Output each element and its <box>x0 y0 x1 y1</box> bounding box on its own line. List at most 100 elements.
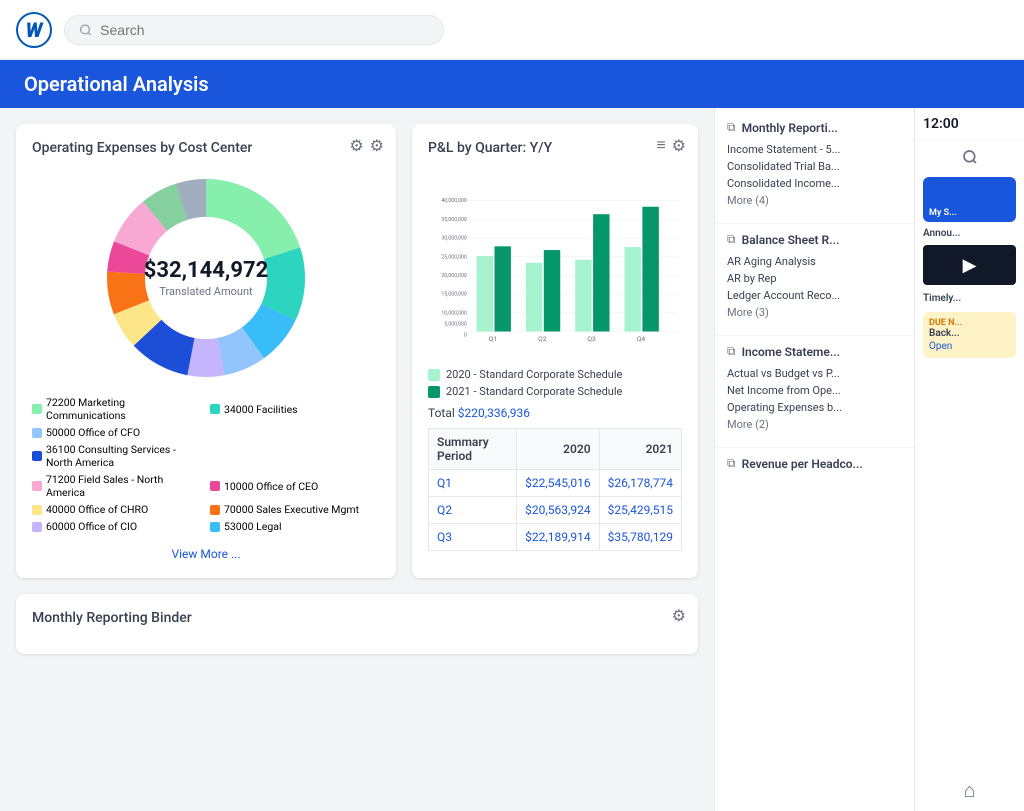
legend-label: 70000 Sales Executive Mgmt <box>224 503 359 516</box>
notif-card[interactable]: DUE N... Back... Open <box>923 312 1016 358</box>
sidebar-section-monthly: ⧉ Monthly Reporti... Income Statement - … <box>715 120 914 207</box>
legend-color-2021 <box>428 386 440 398</box>
val-q1-2020[interactable]: $22,545,016 <box>525 476 590 490</box>
donut-customize-btn[interactable]: ⚙ <box>349 136 363 156</box>
view-more-link[interactable]: View More ... <box>171 547 240 561</box>
copy-icon-4: ⧉ <box>727 456 736 471</box>
bar-q1-2020 <box>477 256 493 331</box>
search-bar[interactable] <box>64 15 444 45</box>
bottom-card-title: Monthly Reporting Binder ⚙ <box>32 610 682 626</box>
svg-text:40,000,000: 40,000,000 <box>441 198 467 204</box>
legend-item: 72200 Marketing Communications <box>32 396 202 422</box>
period-q3[interactable]: Q3 <box>437 530 452 544</box>
time-display: 12:00 <box>915 108 1024 141</box>
sidebar-more-income[interactable]: More (2) <box>727 418 902 431</box>
page-header: Operational Analysis <box>0 60 1024 108</box>
pl-card-title: P&L by Quarter: Y/Y <box>428 140 682 156</box>
sidebar-divider-3 <box>715 447 914 448</box>
legend-dot <box>32 404 42 414</box>
legend-label-2021: 2021 - Standard Corporate Schedule <box>446 385 622 398</box>
legend-item: 71200 Field Sales - North America <box>32 473 202 499</box>
val-q2-2020[interactable]: $20,563,924 <box>525 503 590 517</box>
chart-legend: 2020 - Standard Corporate Schedule 2021 … <box>428 368 682 398</box>
bar-q3-2021 <box>593 214 609 331</box>
sidebar-item-actual-budget[interactable]: Actual vs Budget vs P... <box>727 365 902 382</box>
announce-label: Annou... <box>915 226 1024 241</box>
svg-text:10,000,000: 10,000,000 <box>441 310 467 316</box>
col-header-2020: 2020 <box>517 429 599 470</box>
logo: W <box>16 12 52 48</box>
notif-due-label: DUE N... <box>929 318 1010 328</box>
view-more[interactable]: View More ... <box>32 543 380 562</box>
search-icon <box>79 23 92 37</box>
donut-legend: 72200 Marketing Communications 34000 Fac… <box>32 396 380 533</box>
table-row: Q3 $22,189,914 $35,780,129 <box>429 524 682 551</box>
timely-label: Timely... <box>915 289 1024 308</box>
legend-label: 10000 Office of CEO <box>224 480 318 493</box>
legend-dot <box>32 451 42 461</box>
chart-legend-2021: 2021 - Standard Corporate Schedule <box>428 385 682 398</box>
bottom-card-settings-btn[interactable]: ⚙ <box>672 606 686 626</box>
donut-container: $32,144,972 Translated Amount <box>32 168 380 388</box>
sidebar-item-ar-aging[interactable]: AR Aging Analysis <box>727 253 902 270</box>
notif-open-btn[interactable]: Open <box>929 341 1010 352</box>
sidebar-more-monthly[interactable]: More (4) <box>727 194 902 207</box>
bar-q2-2020 <box>526 263 542 332</box>
sidebar-section-monthly-title: Monthly Reporti... <box>742 121 838 135</box>
legend-item <box>210 443 380 469</box>
sidebar-divider-2 <box>715 335 914 336</box>
sidebar-item-income-stmt[interactable]: Income Statement - 5... <box>727 141 902 158</box>
col-header-period: Summary Period <box>429 429 517 470</box>
search-input[interactable] <box>100 22 429 38</box>
total-value[interactable]: $220,336,936 <box>458 406 530 420</box>
val-q3-2021[interactable]: $35,780,129 <box>608 530 673 544</box>
col-header-2021: 2021 <box>599 429 681 470</box>
table-row: Q1 $22,545,016 $26,178,774 <box>429 470 682 497</box>
legend-label: 36100 Consulting Services - North Americ… <box>46 443 202 469</box>
bar-q1-2021 <box>494 246 510 331</box>
val-q2-2021[interactable]: $25,429,515 <box>608 503 673 517</box>
val-q1-2021[interactable]: $26,178,774 <box>608 476 673 490</box>
chart-totals: Total $220,336,936 <box>428 406 682 420</box>
sidebar-item-ledger[interactable]: Ledger Account Reco... <box>727 287 902 304</box>
play-icon: ▶ <box>963 255 977 276</box>
pl-settings-btn[interactable]: ⚙ <box>672 136 686 156</box>
svg-text:Q4: Q4 <box>637 335 646 343</box>
bar-q4-2021 <box>642 207 658 332</box>
home-icon[interactable]: ⌂ <box>963 778 975 803</box>
svg-text:Q3: Q3 <box>587 335 596 343</box>
donut-settings-btn[interactable]: ⚙ <box>370 136 384 156</box>
legend-item: 60000 Office of CIO <box>32 520 202 533</box>
bar-q2-2021 <box>544 250 560 331</box>
legend-label: 53000 Legal <box>224 520 282 533</box>
svg-text:Q1: Q1 <box>489 335 497 343</box>
my-s-thumbnail[interactable]: My S... <box>923 177 1016 222</box>
sidebar-section-balance-header: ⧉ Balance Sheet R... <box>727 232 902 247</box>
chart-legend-2020: 2020 - Standard Corporate Schedule <box>428 368 682 381</box>
bottom-card-title-text: Monthly Reporting Binder <box>32 610 192 626</box>
sidebar-item-consol-income[interactable]: Consolidated Income... <box>727 175 902 192</box>
video-thumb[interactable]: ▶ <box>923 245 1016 285</box>
svg-text:35,000,000: 35,000,000 <box>441 217 467 223</box>
sidebar-item-net-income[interactable]: Net Income from Ope... <box>727 382 902 399</box>
sidebar-more-balance[interactable]: More (3) <box>727 306 902 319</box>
search-icon-right[interactable] <box>962 149 978 165</box>
legend-dot <box>32 522 42 532</box>
table-row: Q2 $20,563,924 $25,429,515 <box>429 497 682 524</box>
donut-card: Operating Expenses by Cost Center ⚙ ⚙ <box>16 124 396 578</box>
legend-label: 40000 Office of CHRO <box>46 503 148 516</box>
svg-text:30,000,000: 30,000,000 <box>441 236 467 242</box>
logo-letter: W <box>26 18 43 42</box>
sidebar-divider <box>715 223 914 224</box>
right-sidebar: ⧉ Monthly Reporti... Income Statement - … <box>714 108 914 811</box>
sidebar-section-income-title: Income Stateme... <box>742 345 840 359</box>
period-q1[interactable]: Q1 <box>437 476 452 490</box>
pl-customize-btn[interactable]: ≡ <box>656 136 665 156</box>
home-icon-area[interactable]: ⌂ <box>915 770 1024 811</box>
period-q2[interactable]: Q2 <box>437 503 452 517</box>
sidebar-item-trial-bal[interactable]: Consolidated Trial Ba... <box>727 158 902 175</box>
sidebar-item-ar-by-rep[interactable]: AR by Rep <box>727 270 902 287</box>
far-right-panel: 12:00 My S... Annou... ▶ Timely... DUE N… <box>914 108 1024 811</box>
val-q3-2020[interactable]: $22,189,914 <box>525 530 590 544</box>
sidebar-item-op-expenses[interactable]: Operating Expenses b... <box>727 399 902 416</box>
